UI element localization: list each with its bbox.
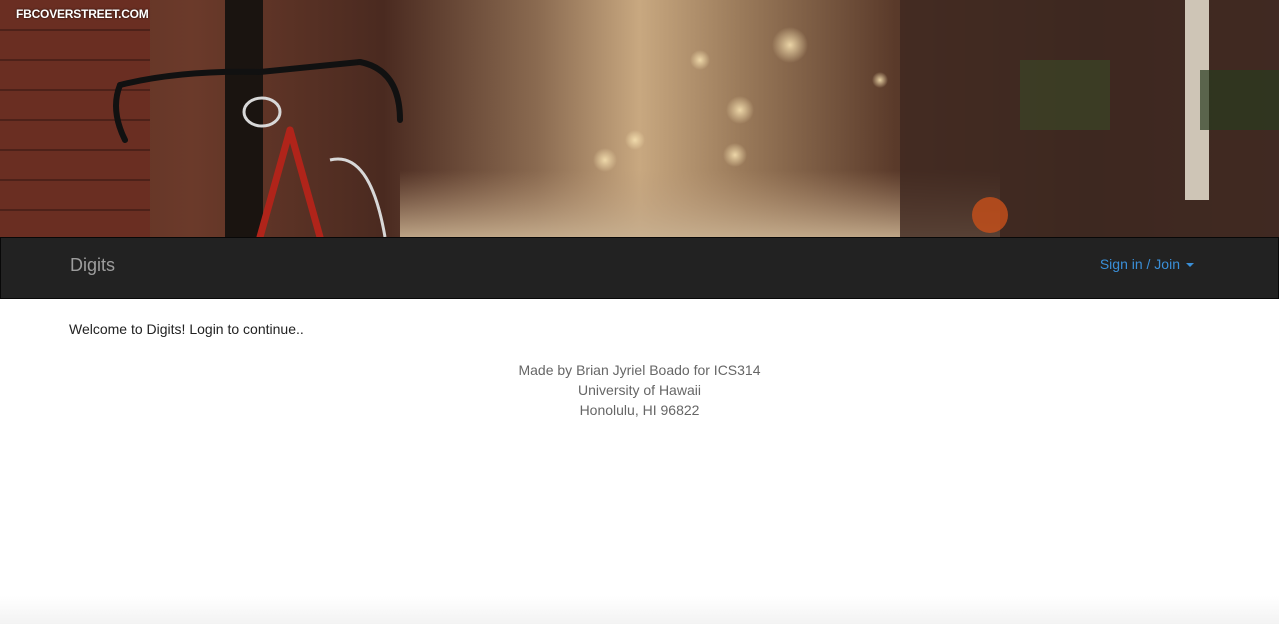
- footer-credit: Made by Brian Jyriel Boado for ICS314: [518, 362, 761, 378]
- street-bicycle-photo: [0, 0, 1279, 237]
- watermark-text: FBCOVERSTREET.COM: [16, 7, 149, 21]
- footer-location: Honolulu, HI 96822: [579, 402, 700, 418]
- navbar-brand[interactable]: Digits: [70, 255, 115, 276]
- welcome-message: Welcome to Digits! Login to continue..: [69, 321, 304, 337]
- bottom-fade: [0, 596, 1279, 624]
- caret-down-icon: [1186, 263, 1194, 268]
- top-navbar: Digits Sign in / Join: [0, 237, 1279, 299]
- signin-join-label: Sign in / Join: [1099, 256, 1180, 272]
- header-banner-image: FBCOVERSTREET.COM: [0, 0, 1279, 237]
- signin-join-dropdown[interactable]: Sign in / Join: [1100, 256, 1194, 272]
- footer-university: University of Hawaii: [578, 382, 701, 398]
- page-footer: Made by Brian Jyriel Boado for ICS314 Un…: [0, 360, 1279, 420]
